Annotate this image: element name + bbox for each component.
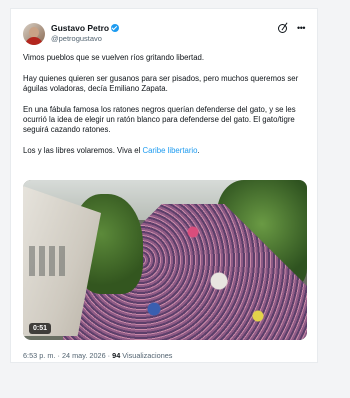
post-paragraph-1: Vimos pueblos que se vuelven ríos gritan… xyxy=(23,53,205,62)
grok-icon[interactable] xyxy=(278,24,287,33)
video-duration: 0:51 xyxy=(29,323,52,334)
more-options-icon[interactable]: ••• xyxy=(297,23,305,33)
post-time[interactable]: 6:53 p. m. xyxy=(23,351,55,360)
post-text: Vimos pueblos que se vuelven ríos gritan… xyxy=(23,53,313,166)
avatar-body xyxy=(25,37,43,45)
video-building-windows xyxy=(29,246,69,276)
post-paragraph-4-suffix: . xyxy=(197,145,200,155)
author-handle[interactable]: @petrogustavo xyxy=(51,34,102,44)
post-paragraph-4-prefix: Los y las libres volaremos. Viva el xyxy=(23,145,143,155)
video-player[interactable]: 0:51 xyxy=(23,180,307,340)
author-name[interactable]: Gustavo Petro xyxy=(51,23,120,34)
avatar[interactable] xyxy=(23,23,45,45)
post-paragraph-4: Los y las libres volaremos. Viva el Cari… xyxy=(23,146,313,156)
views-label: Visualizaciones xyxy=(120,351,173,360)
author-name-text: Gustavo Petro xyxy=(51,23,110,33)
post-card: Gustavo Petro @petrogustavo ••• Vimos pu… xyxy=(10,8,318,363)
post-paragraph-2: Hay quienes quieren ser gusanos para ser… xyxy=(23,73,299,93)
verified-icon xyxy=(111,24,120,32)
post-date[interactable]: 24 may. 2026 xyxy=(62,351,106,360)
post-paragraph-3: En una fábula famosa los ratones negros … xyxy=(23,104,296,135)
post-meta: 6:53 p. m. · 24 may. 2026 · 94 Visualiza… xyxy=(23,351,172,361)
post-header: Gustavo Petro @petrogustavo ••• xyxy=(23,23,305,53)
caribe-libertario-link[interactable]: Caribe libertario xyxy=(142,146,197,155)
